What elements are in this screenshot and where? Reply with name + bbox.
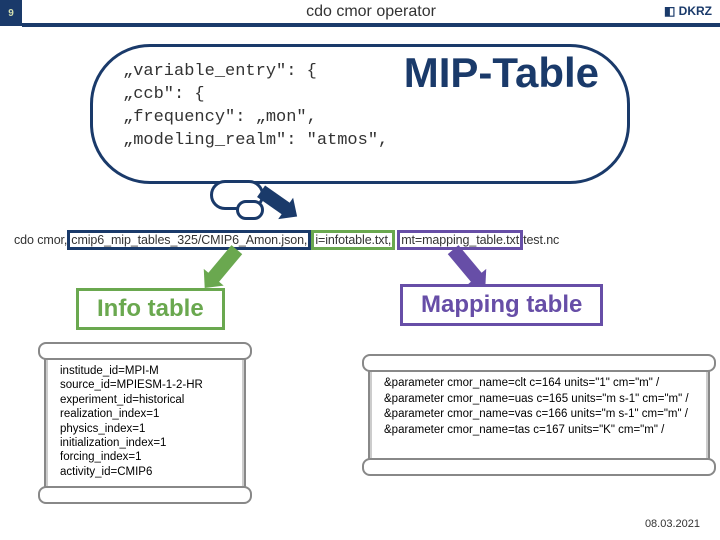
slide-title: cdo cmor operator xyxy=(22,0,720,21)
info-line: initialization_index=1 xyxy=(60,436,230,450)
mapping-table-label: Mapping table xyxy=(400,284,603,326)
cmd-suffix: test.nc xyxy=(523,233,559,247)
info-line: source_id=MPIESM-1-2-HR xyxy=(60,378,230,392)
command-line: cdo cmor,cmip6_mip_tables_325/CMIP6_Amon… xyxy=(14,230,559,250)
mapping-line: &parameter cmor_name=clt c=164 units="1"… xyxy=(384,376,694,392)
cmd-prefix: cdo cmor, xyxy=(14,233,67,247)
mip-table-cloud: MIP-Table „variable_entry": { „ccb": { „… xyxy=(90,44,630,184)
info-line: institude_id=MPI-M xyxy=(60,364,230,378)
info-line: activity_id=CMIP6 xyxy=(60,465,230,479)
arrow-down-icon xyxy=(206,245,242,285)
footer-date: 08.03.2021 xyxy=(645,518,700,530)
cloud-tail-icon xyxy=(236,200,264,220)
mapping-line: &parameter cmor_name=vas c=166 units="m … xyxy=(384,407,694,423)
code-line: „modeling_realm": "atmos", xyxy=(123,130,607,153)
mip-table-heading: MIP-Table xyxy=(404,49,599,97)
info-line: forcing_index=1 xyxy=(60,450,230,464)
dkrz-logo: ◧ DKRZ xyxy=(664,4,712,18)
info-line: physics_index=1 xyxy=(60,422,230,436)
code-line: „frequency": „mon", xyxy=(123,107,607,130)
mapping-line: &parameter cmor_name=uas c=165 units="m … xyxy=(384,392,694,408)
title-wrap: cdo cmor operator xyxy=(22,0,720,27)
slide-header: 9 cdo cmor operator xyxy=(0,0,720,26)
cmd-info-segment: i=infotable.txt, xyxy=(311,230,395,250)
page-number: 9 xyxy=(0,0,22,26)
arrow-down-icon xyxy=(448,245,484,285)
mapping-table-content: &parameter cmor_name=clt c=164 units="1"… xyxy=(368,362,710,468)
cmd-cmip-segment: cmip6_mip_tables_325/CMIP6_Amon.json, xyxy=(67,230,311,250)
info-table-content: institude_id=MPI-M source_id=MPIESM-1-2-… xyxy=(44,350,246,496)
info-line: experiment_id=historical xyxy=(60,393,230,407)
title-underline xyxy=(22,23,720,27)
mapping-line: &parameter cmor_name=tas c=167 units="K"… xyxy=(384,423,694,439)
info-line: realization_index=1 xyxy=(60,407,230,421)
info-table-label: Info table xyxy=(76,288,225,330)
